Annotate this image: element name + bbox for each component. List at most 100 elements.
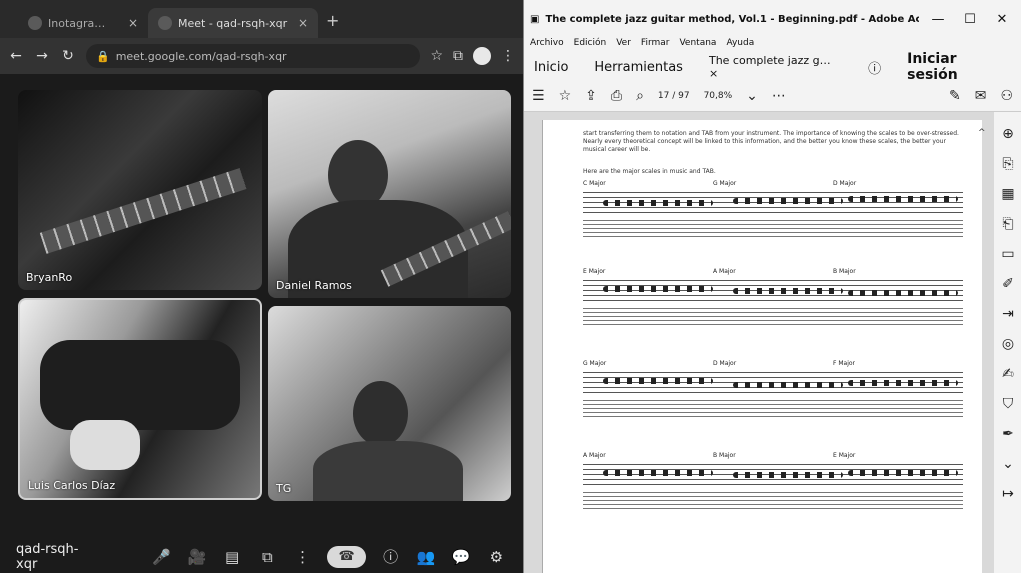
scale-label: B Major [833, 268, 856, 275]
menu-item-ayuda[interactable]: Ayuda [726, 38, 754, 54]
guitar-body [40, 340, 240, 430]
notes [848, 290, 958, 296]
page-indicator[interactable]: 17 / 97 [658, 91, 690, 101]
send-icon[interactable]: ⇥ [1002, 306, 1014, 322]
menu-item-ventana[interactable]: Ventana [679, 38, 716, 54]
address-bar: ← → ↻ 🔒 meet.google.com/qad-rsqh-xqr ☆ ⧉… [0, 38, 523, 74]
scale-label: C Major [583, 180, 606, 187]
tab-staff [583, 400, 963, 418]
participant-tile[interactable]: BryanRo [18, 90, 262, 290]
back-icon[interactable]: ← [8, 48, 24, 64]
zoom-search-icon[interactable]: ⌕ [636, 88, 644, 104]
zoom-icon[interactable]: ⊕ [1002, 126, 1014, 142]
meet-favicon-icon [158, 16, 172, 30]
close-icon[interactable]: × [298, 16, 308, 30]
scale-label: E Major [583, 268, 606, 275]
signature-icon[interactable]: ✒ [1002, 426, 1014, 442]
new-tab-button[interactable]: + [326, 11, 339, 30]
maximize-icon[interactable]: ☐ [957, 12, 983, 27]
window-title: The complete jazz guitar method, Vol.1 -… [545, 13, 919, 25]
participant-name: Luis Carlos Díaz [28, 479, 116, 492]
camera-icon[interactable]: 🎥 [186, 548, 207, 566]
notes [848, 380, 958, 386]
notes [733, 472, 843, 478]
exit-icon[interactable]: ↦ [1002, 486, 1014, 502]
shield-icon[interactable]: ⛉ [1003, 396, 1014, 412]
browser-window: Inotagra… × Meet - qad-rsqh-xqr × + ← → … [0, 0, 523, 573]
present-icon[interactable]: ⧉ [257, 548, 278, 566]
participant-tile[interactable]: TG [268, 306, 511, 501]
upload-icon[interactable]: ⇪ [585, 88, 597, 104]
zoom-dropdown-icon[interactable]: ⌄ [746, 88, 758, 104]
menu-item-ver[interactable]: Ver [616, 38, 631, 54]
tab-inicio[interactable]: Inicio [534, 60, 568, 75]
more-horiz-icon[interactable]: ⋯ [772, 88, 786, 104]
tab-document[interactable]: The complete jazz g… × [709, 54, 842, 80]
sign-pen-icon[interactable]: ✎ [949, 88, 961, 104]
page-intro-text: Here are the major scales in music and T… [583, 168, 716, 175]
organize-pages-icon[interactable]: ▦ [1001, 186, 1014, 202]
lock-icon: 🔒 [96, 49, 110, 63]
share-user-icon[interactable]: ⚇ [1000, 88, 1013, 104]
info-icon[interactable]: ⓘ [380, 546, 401, 567]
participant-body [313, 441, 463, 501]
activities-icon[interactable]: ⚙ [486, 548, 507, 566]
participant-head [353, 381, 408, 446]
pdf-page: start transferring them to notation and … [542, 120, 982, 573]
protect-icon[interactable]: ◎ [1002, 336, 1014, 352]
zoom-level[interactable]: 70,8% [704, 91, 733, 101]
captions-icon[interactable]: ▤ [222, 548, 243, 566]
fill-sign-icon[interactable]: ✍ [1002, 366, 1014, 382]
meet-control-bar: qad-rsqh-xqr 🎤 🎥 ▤ ⧉ ⋮ ☎ ⓘ 👥 💬 ⚙ [0, 540, 523, 573]
close-icon[interactable]: ✕ [989, 12, 1015, 27]
tab-staff [583, 492, 963, 510]
tab-herramientas[interactable]: Herramientas [594, 60, 683, 75]
mail-icon[interactable]: ✉ [975, 88, 987, 104]
collapse-panel-icon[interactable]: ^ [978, 128, 986, 138]
browser-tab-inactive[interactable]: Inotagra… × [18, 8, 148, 38]
scale-label: G Major [713, 180, 737, 187]
tab-staff [583, 220, 963, 238]
minimize-icon[interactable]: — [925, 12, 951, 27]
notes [733, 288, 843, 294]
comment-icon[interactable]: ▭ [1001, 246, 1014, 262]
people-icon[interactable]: 👥 [415, 548, 436, 566]
more-options-icon[interactable]: ⋮ [292, 548, 313, 566]
notes [848, 470, 958, 476]
sidebar-toggle-icon[interactable]: ☰ [532, 88, 545, 104]
notes [603, 378, 713, 384]
expand-more-icon[interactable]: ⌄ [1002, 456, 1014, 472]
bookmark-star-icon[interactable]: ☆ [430, 48, 443, 64]
participant-name: Daniel Ramos [276, 279, 352, 292]
menu-item-archivo[interactable]: Archivo [530, 38, 564, 54]
extensions-icon[interactable]: ⧉ [453, 48, 463, 64]
more-vert-icon[interactable]: ⋮ [501, 48, 515, 64]
participant-tile[interactable]: Daniel Ramos [268, 90, 511, 298]
forward-icon[interactable]: → [34, 48, 50, 64]
reload-icon[interactable]: ↻ [60, 48, 76, 64]
close-icon[interactable]: × [128, 16, 138, 30]
menu-item-edicion[interactable]: Edición [574, 38, 607, 54]
create-pdf-icon[interactable]: ⎗ [1002, 216, 1013, 232]
notes [848, 196, 958, 202]
acrobat-icon: ▣ [530, 13, 540, 25]
url-text: meet.google.com/qad-rsqh-xqr [115, 49, 287, 63]
meeting-code: qad-rsqh-xqr [16, 541, 79, 572]
export-pdf-icon[interactable]: ⎘ [1002, 156, 1013, 172]
menu-item-firmar[interactable]: Firmar [641, 38, 670, 54]
chat-icon[interactable]: 💬 [450, 548, 471, 566]
browser-tab-active[interactable]: Meet - qad-rsqh-xqr × [148, 8, 318, 38]
end-call-button[interactable]: ☎ [327, 545, 366, 568]
edit-pdf-icon[interactable]: ✐ [1002, 276, 1014, 292]
sign-in-button[interactable]: Iniciar sesión [907, 51, 1011, 83]
participant-name: BryanRo [26, 271, 73, 284]
bookmark-star-icon[interactable]: ☆ [559, 88, 572, 104]
mic-icon[interactable]: 🎤 [151, 548, 172, 566]
url-field[interactable]: 🔒 meet.google.com/qad-rsqh-xqr [86, 44, 421, 68]
notes [733, 198, 843, 204]
print-icon[interactable]: ⎙ [611, 88, 622, 104]
participant-tile-speaking[interactable]: Luis Carlos Díaz [18, 298, 262, 500]
document-viewport[interactable]: start transferring them to notation and … [524, 112, 994, 573]
avatar[interactable] [473, 47, 491, 65]
help-icon[interactable]: ⓘ [868, 58, 881, 77]
